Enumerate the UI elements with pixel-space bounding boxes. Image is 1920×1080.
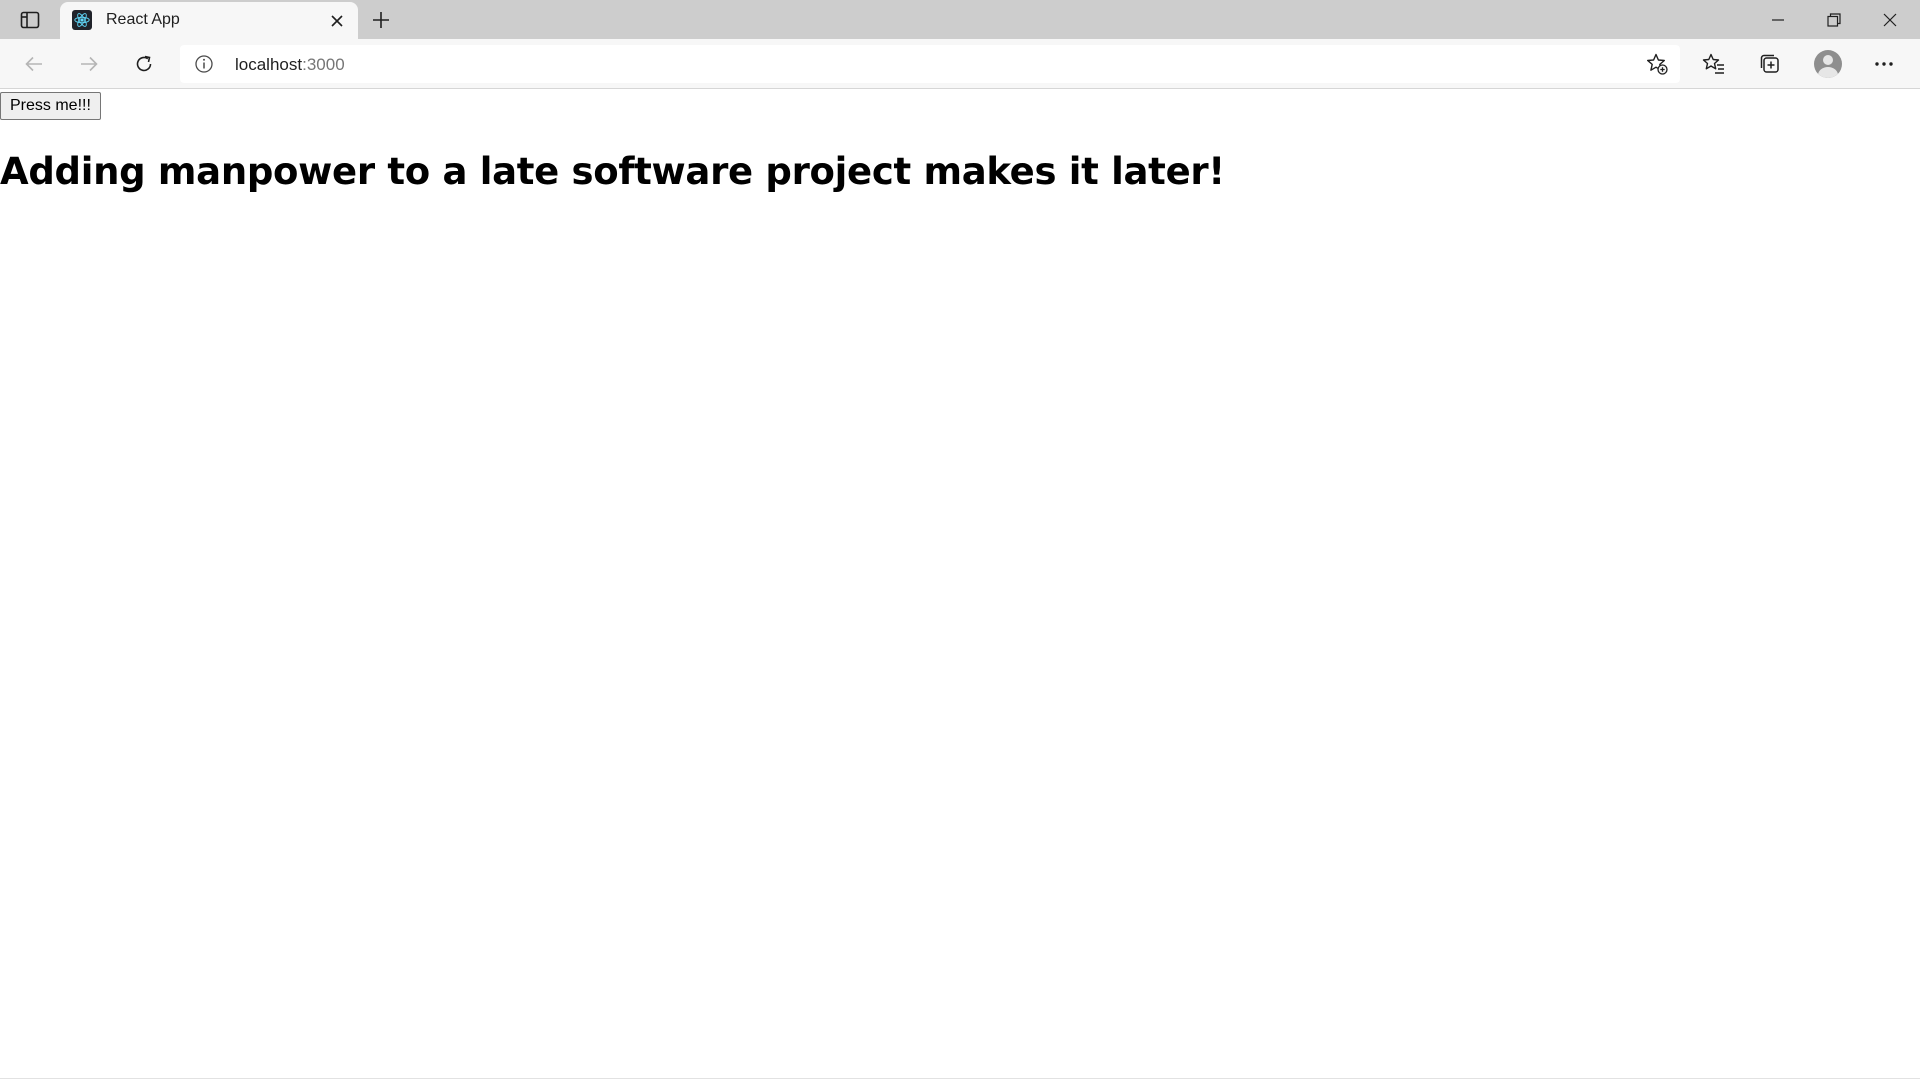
minimize-icon — [1772, 18, 1784, 21]
close-icon — [331, 15, 343, 27]
press-me-button[interactable]: Press me!!! — [0, 92, 101, 120]
tab-actions-icon — [20, 11, 40, 29]
site-info-icon[interactable] — [194, 54, 214, 74]
avatar — [1814, 50, 1842, 78]
react-logo-icon — [72, 10, 92, 30]
restore-button[interactable] — [1806, 0, 1862, 39]
plus-icon — [373, 12, 389, 28]
url-text[interactable]: localhost:3000 — [235, 55, 345, 75]
tab-active[interactable]: React App — [60, 2, 358, 39]
tab-close-button[interactable] — [326, 10, 348, 32]
close-icon — [1883, 13, 1897, 26]
page-content: Press me!!! Adding manpower to a late so… — [0, 90, 1920, 1080]
restore-icon — [1827, 12, 1841, 27]
reload-button[interactable] — [126, 46, 162, 82]
tab-actions-button[interactable] — [12, 6, 48, 34]
forward-button[interactable] — [71, 46, 107, 82]
url-host: localhost — [235, 55, 303, 74]
more-horizontal-icon — [1875, 62, 1893, 66]
refresh-icon — [136, 55, 152, 72]
settings-and-more-button[interactable] — [1866, 46, 1902, 82]
window-bottom-divider — [0, 1078, 1920, 1079]
address-bar[interactable]: localhost:3000 — [180, 45, 1680, 83]
browser-toolbar: localhost:3000 — [0, 39, 1920, 89]
add-favorite-button[interactable] — [1642, 49, 1672, 79]
url-port: :3000 — [302, 55, 345, 74]
tab-strip: React App — [0, 0, 1920, 39]
star-add-icon — [1647, 53, 1668, 75]
window-close-button[interactable] — [1862, 0, 1918, 39]
page-headline: Adding manpower to a late software proje… — [0, 150, 1225, 193]
tab-title: React App — [106, 11, 180, 28]
back-button[interactable] — [16, 46, 52, 82]
new-tab-button[interactable] — [366, 5, 396, 35]
collections-icon — [1760, 54, 1779, 73]
profile-button[interactable] — [1810, 46, 1846, 82]
arrow-left-icon — [25, 56, 42, 72]
arrow-right-icon — [81, 56, 98, 72]
favorites-icon — [1702, 53, 1724, 74]
minimize-button[interactable] — [1750, 0, 1806, 39]
collections-button[interactable] — [1752, 46, 1788, 82]
favorites-button[interactable] — [1696, 46, 1732, 82]
